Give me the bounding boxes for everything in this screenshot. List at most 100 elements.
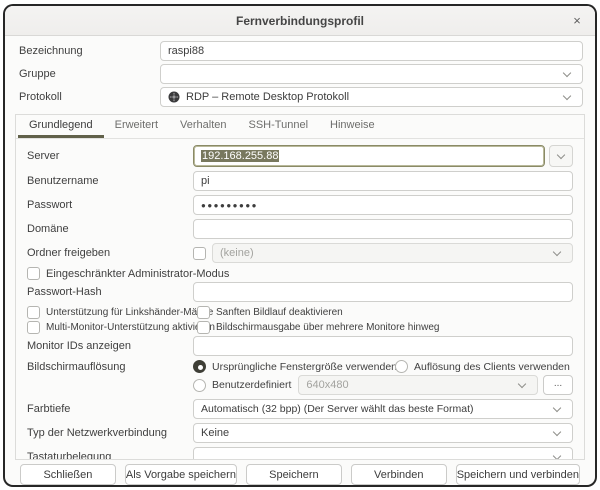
speichern-button[interactable]: Speichern [246,464,342,485]
gruppe-combo-input[interactable] [160,64,583,84]
radio-fenstergroesse-label: Ursprüngliche Fenstergröße verwenden [212,361,397,373]
bildschirmausgabe-checkbox[interactable] [197,321,210,334]
server-label: Server [27,150,193,162]
benutzername-input[interactable]: pi [193,171,573,191]
server-history-dropdown[interactable] [549,145,573,167]
tastatur-label: Tastaturbelegung [27,451,193,459]
bildlauf-label: Sanften Bildlauf deaktivieren [216,307,343,318]
als-vorgabe-speichern-button[interactable]: Als Vorgabe speichern [125,464,237,485]
speichern-und-verbinden-button[interactable]: Speichern und verbinden [456,464,580,485]
connection-profile-dialog: Fernverbindungsprofil × Bezeichnung rasp… [5,6,595,485]
custom-resolution-value: 640x480 [306,379,514,391]
gruppe-label: Gruppe [19,68,160,80]
bezeichnung-row: Bezeichnung raspi88 [19,41,583,61]
custom-resolution-select[interactable]: 640x480 [298,375,538,395]
server-row: Server 192.168.255.88 [27,145,573,167]
farbtiefe-value: Automatisch (32 bpp) (Der Server wählt d… [201,403,549,415]
tastatur-select[interactable] [193,447,573,459]
server-input[interactable]: 192.168.255.88 [193,145,545,167]
window-frame: Fernverbindungsprofil × Bezeichnung rasp… [3,4,597,487]
passwort-label: Passwort [27,199,193,211]
monitor-ids-input[interactable] [193,336,573,356]
chevron-down-icon[interactable] [559,73,575,76]
passwort-hash-label: Passwort-Hash [27,286,193,298]
protokoll-label: Protokoll [19,91,160,103]
tab-hinweise[interactable]: Hinweise [319,115,386,138]
protokoll-select[interactable]: RDP – Remote Desktop Protokoll [160,87,583,107]
tab-verhalten[interactable]: Verhalten [169,115,237,138]
rdp-protocol-icon [168,91,180,103]
multi-monitor-checkbox[interactable] [27,321,40,334]
ordner-freigeben-row: Ordner freigeben (keine) [27,243,573,263]
passwort-masked-value: ●●●●●●●●● [201,201,258,210]
schliessen-button[interactable]: Schließen [20,464,116,485]
dialog-action-bar: Schließen Als Vorgabe speichern Speicher… [5,460,595,485]
domaene-input[interactable] [193,219,573,239]
chevron-down-icon [553,155,569,158]
farbtiefe-select[interactable]: Automatisch (32 bpp) (Der Server wählt d… [193,399,573,419]
radio-benutzerdefiniert-label: Benutzerdefiniert [212,379,291,391]
bildlauf-checkbox[interactable] [197,306,210,319]
farbtiefe-label: Farbtiefe [27,403,193,415]
radio-benutzerdefiniert[interactable] [193,379,206,392]
netzwerk-label: Typ der Netzwerkverbindung [27,427,193,439]
radio-fenstergroesse[interactable] [193,360,206,373]
domaene-label: Domäne [27,223,193,235]
farbtiefe-row: Farbtiefe Automatisch (32 bpp) (Der Serv… [27,399,573,419]
passwort-row: Passwort ●●●●●●●●● [27,195,573,215]
admin-modus-row: Eingeschränkter Administrator-Modus [27,267,573,280]
benutzername-row: Benutzername pi [27,171,573,191]
radio-client-aufloesung[interactable] [395,360,408,373]
admin-modus-checkbox[interactable] [27,267,40,280]
chevron-down-icon [549,252,565,255]
tastatur-row: Tastaturbelegung [27,447,573,459]
passwort-hash-input[interactable] [193,282,573,302]
passwort-hash-row: Passwort-Hash [27,282,573,302]
bezeichnung-input[interactable]: raspi88 [160,41,583,61]
bezeichnung-value: raspi88 [168,45,204,57]
aufloesung-radios-row: Bildschirmauflösung Ursprüngliche Fenste… [27,360,573,373]
ordner-freigeben-value: (keine) [220,247,549,259]
netzwerk-select[interactable]: Keine [193,423,573,443]
chevron-down-icon [549,456,565,459]
chevron-down-icon [549,408,565,411]
monitor-ids-row: Monitor IDs anzeigen [27,336,573,356]
radio-client-aufloesung-label: Auflösung des Clients verwenden [414,361,570,373]
domaene-row: Domäne [27,219,573,239]
netzwerk-row: Typ der Netzwerkverbindung Keine [27,423,573,443]
bezeichnung-label: Bezeichnung [19,45,160,57]
ordner-freigeben-checkbox[interactable] [193,247,206,260]
close-icon[interactable]: × [568,12,586,30]
netzwerk-value: Keine [201,427,549,439]
chevron-down-icon [514,384,530,387]
protokoll-row: Protokoll RDP – Remote Desktop Protokoll [19,87,583,107]
tab-content-grundlegend: Server 192.168.255.88 Benutzername pi [16,139,584,459]
linkshaender-checkbox[interactable] [27,306,40,319]
bildschirmausgabe-label: Bildschirmausgabe über mehrere Monitore … [216,322,439,333]
tab-ssh-tunnel[interactable]: SSH-Tunnel [238,115,320,138]
ordner-freigeben-select[interactable]: (keine) [212,243,573,263]
tab-erweitert[interactable]: Erweitert [104,115,169,138]
server-value-selected: 192.168.255.88 [201,150,279,162]
admin-modus-label: Eingeschränkter Administrator-Modus [46,268,229,280]
monitor-ids-label: Monitor IDs anzeigen [27,340,193,352]
benutzerdefiniert-row: Benutzerdefiniert 640x480 ... [27,375,573,395]
checkbox-row-1: Unterstützung für Linkshänder-Mäuse Sanf… [27,306,573,319]
resolution-more-button[interactable]: ... [543,375,573,395]
checkbox-row-2: Multi-Monitor-Unterstützung aktivieren B… [27,321,573,334]
titlebar[interactable]: Fernverbindungsprofil × [5,6,595,36]
passwort-input[interactable]: ●●●●●●●●● [193,195,573,215]
chevron-down-icon[interactable] [559,96,575,99]
tab-grundlegend[interactable]: Grundlegend [18,115,104,138]
aufloesung-label: Bildschirmauflösung [27,361,193,373]
ordner-freigeben-label: Ordner freigeben [27,247,193,259]
verbinden-button[interactable]: Verbinden [351,464,447,485]
settings-notebook: Grundlegend Erweitert Verhalten SSH-Tunn… [15,114,585,460]
benutzername-value: pi [201,175,210,187]
benutzername-label: Benutzername [27,175,193,187]
chevron-down-icon [549,432,565,435]
gruppe-row: Gruppe [19,64,583,84]
multi-monitor-label: Multi-Monitor-Unterstützung aktivieren [46,322,215,333]
linkshaender-label: Unterstützung für Linkshänder-Mäuse [46,307,213,318]
protokoll-value: RDP – Remote Desktop Protokoll [186,91,559,103]
